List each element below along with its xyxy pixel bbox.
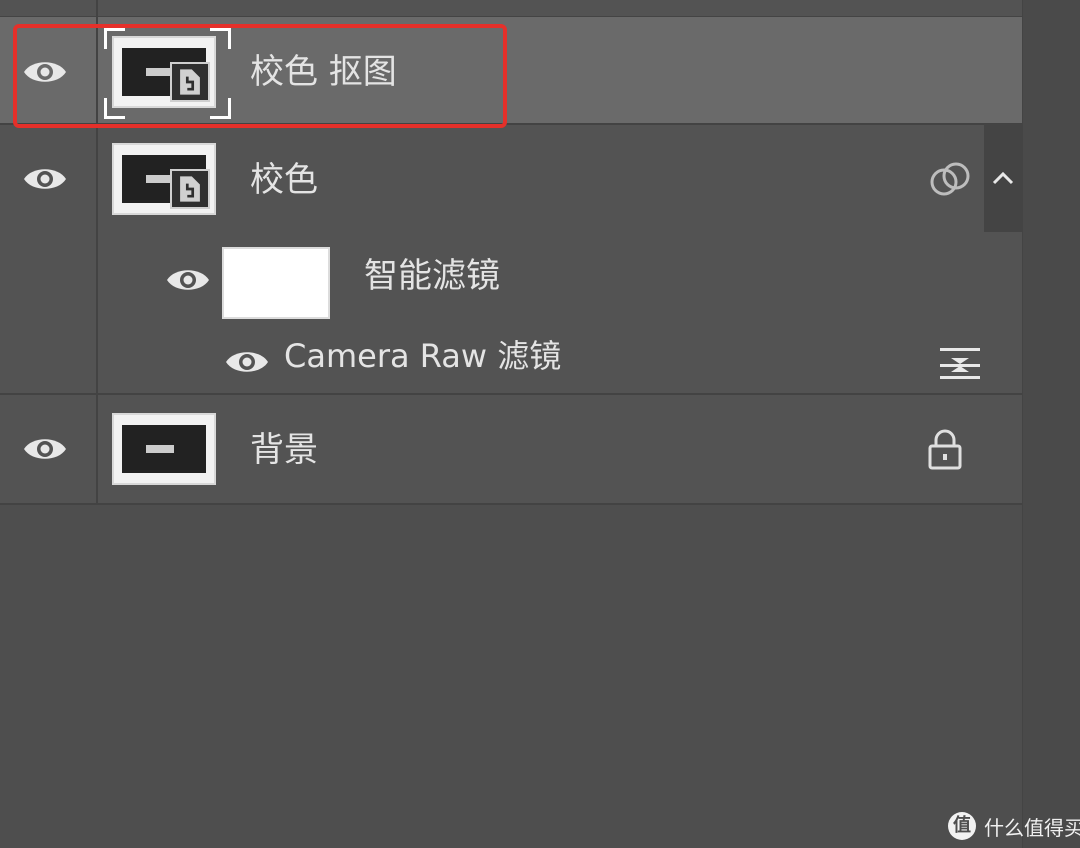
white-mask-thumbnail[interactable] (222, 247, 330, 319)
row-divider (0, 503, 1022, 505)
panel-top-strip (0, 0, 1022, 17)
smart-object-badge-icon (170, 169, 210, 209)
eye-icon[interactable] (22, 433, 68, 465)
panel-scroll-gutter[interactable] (1022, 0, 1080, 848)
layers-panel: 校色 抠图 校色 智能滤镜 Camera Raw 滤镜 背景 值 什么值得买 (0, 0, 1080, 848)
image-thumbnail[interactable] (112, 413, 216, 485)
chevron-up-icon (990, 168, 1016, 188)
watermark: 值 什么值得买 (948, 806, 1080, 846)
eye-icon[interactable] (22, 163, 68, 195)
red-highlight-annotation (13, 24, 507, 128)
filter-name[interactable]: Camera Raw 滤镜 (284, 336, 561, 376)
eye-icon[interactable] (224, 346, 270, 378)
smart-filters-label[interactable]: 智能滤镜 (364, 256, 500, 296)
layer-name[interactable]: 背景 (250, 430, 318, 470)
layer-name[interactable]: 校色 (250, 160, 318, 200)
watermark-logo-text: 值 (953, 815, 971, 836)
smart-object-thumbnail[interactable] (112, 143, 216, 215)
blend-circles-icon[interactable] (928, 160, 972, 200)
watermark-logo: 值 (948, 812, 976, 840)
filter-options-icon[interactable] (938, 344, 982, 380)
lock-icon[interactable] (926, 428, 964, 470)
watermark-text: 什么值得买 (984, 815, 1080, 840)
eye-icon[interactable] (165, 264, 211, 296)
collapse-effects-button[interactable] (984, 124, 1022, 232)
